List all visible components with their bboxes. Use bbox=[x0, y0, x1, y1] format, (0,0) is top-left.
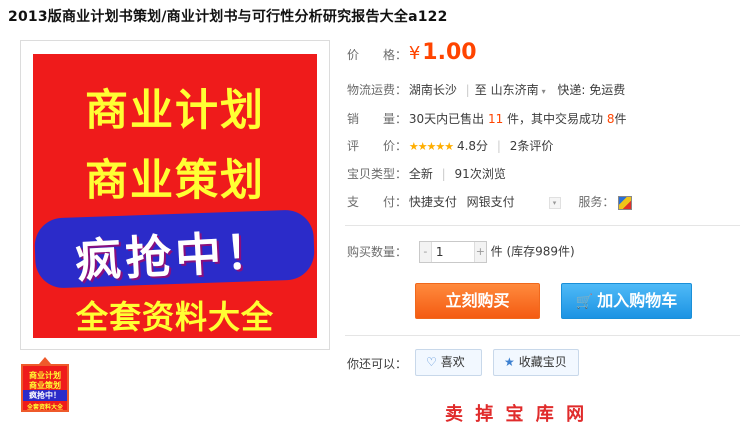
sales-row: 销 量： 30天内已售出 11 件，其中交易成功 8件 bbox=[347, 110, 627, 127]
shipping-label: 物流运费： bbox=[347, 83, 408, 97]
rating-label: 评 价： bbox=[347, 139, 408, 153]
rating-separator: | bbox=[496, 139, 501, 153]
item-type-separator: | bbox=[441, 167, 446, 181]
service-guarantee-icon[interactable] bbox=[618, 195, 633, 210]
sales-prefix: 30天内已售出 bbox=[408, 112, 485, 126]
quantity-input[interactable] bbox=[432, 242, 474, 262]
view-count: 91次浏览 bbox=[454, 167, 506, 181]
thumbnail-selected-arrow bbox=[39, 357, 51, 364]
shipping-fee: 快递: 免运费 bbox=[557, 83, 626, 97]
service-label: 服务： bbox=[578, 195, 615, 209]
favorite-label: 收藏宝贝 bbox=[518, 355, 567, 369]
section-divider bbox=[345, 225, 740, 226]
item-condition: 全新 bbox=[408, 167, 433, 181]
shipping-separator: | bbox=[465, 83, 470, 97]
sales-suffix: 件 bbox=[614, 112, 627, 126]
payment-expand-icon[interactable]: ▾ bbox=[548, 196, 561, 209]
quantity-label: 购买数量： bbox=[347, 244, 408, 259]
chevron-down-icon: ▾ bbox=[541, 87, 546, 96]
star-icon: ★ bbox=[504, 355, 515, 369]
thumbnail-line-3: 疯抢中！ bbox=[23, 390, 67, 401]
section-divider-2 bbox=[345, 335, 740, 336]
quantity-row: 购买数量： - + 件 (库存989件) bbox=[347, 241, 575, 263]
payment-row: 支 付： 快捷支付 网银支付 ▾ 服务： bbox=[347, 193, 633, 210]
review-count-link[interactable]: 2条评价 bbox=[510, 139, 554, 153]
extras-label: 你还可以： bbox=[347, 357, 408, 371]
stock-info: 件 (库存989件) bbox=[490, 244, 575, 259]
price-currency: ¥ bbox=[408, 43, 421, 64]
sales-label: 销 量： bbox=[347, 112, 408, 126]
item-type-row: 宝贝类型： 全新 | 91次浏览 bbox=[347, 165, 506, 182]
shipping-to-prefix: 至 bbox=[474, 83, 487, 97]
price-label: 价 格： bbox=[347, 48, 408, 62]
rating-stars-icon: ★★★★★ bbox=[408, 140, 454, 153]
product-thumbnail[interactable]: 商业计划 商业策划 疯抢中！ 全套资料大全 bbox=[21, 364, 69, 412]
quantity-stepper: - + bbox=[418, 241, 487, 263]
heart-icon: ♡ bbox=[426, 355, 437, 369]
rating-score: 4.8分 bbox=[456, 139, 489, 153]
rating-row: 评 价： ★★★★★ 4.8分 | 2条评价 bbox=[347, 137, 553, 154]
add-to-cart-label: 加入购物车 bbox=[597, 291, 678, 310]
item-type-label: 宝贝类型： bbox=[347, 167, 408, 181]
shipping-destination-select[interactable]: 山东济南 ▾ bbox=[491, 83, 546, 97]
poster-line-3: 疯抢中！ bbox=[73, 223, 277, 289]
shipping-row: 物流运费： 湖南长沙 | 至 山东济南 ▾ 快递: 免运费 bbox=[347, 81, 625, 98]
like-button[interactable]: ♡ 喜欢 bbox=[415, 349, 482, 376]
quantity-increase-button[interactable]: + bbox=[473, 242, 486, 262]
shipping-destination: 山东济南 bbox=[490, 83, 539, 97]
price-row: 价 格： ¥1.00 bbox=[347, 40, 477, 65]
sales-mid: 件，其中交易成功 bbox=[507, 112, 604, 126]
poster-line-2: 商业策划 bbox=[85, 156, 265, 206]
sales-success-count: 8 bbox=[606, 112, 615, 126]
product-title: 2013版商业计划书策划/商业计划书与可行性分析研究报告大全a122 bbox=[8, 9, 448, 25]
add-to-cart-button[interactable]: 🛒 加入购物车 bbox=[561, 283, 692, 319]
buy-now-button[interactable]: 立刻购买 bbox=[415, 283, 540, 319]
sales-sold-count: 11 bbox=[487, 112, 504, 126]
thumbnail-line-4: 全套资料大全 bbox=[26, 404, 63, 411]
quantity-decrease-button[interactable]: - bbox=[419, 242, 432, 262]
price-value: 1.00 bbox=[422, 40, 477, 65]
cart-icon: 🛒 bbox=[575, 294, 594, 310]
main-product-image-frame: 商业计划 商业策划 疯抢中！ 全套资料大全 bbox=[20, 40, 330, 350]
favorite-button[interactable]: ★ 收藏宝贝 bbox=[493, 349, 579, 376]
cut-off-banner-text: 卖 掉 宝 库 网 bbox=[445, 404, 588, 425]
shipping-from: 湖南长沙 bbox=[408, 83, 457, 97]
main-product-image[interactable]: 商业计划 商业策划 疯抢中！ 全套资料大全 bbox=[33, 54, 317, 338]
payment-method-quick: 快捷支付 bbox=[408, 195, 457, 209]
payment-method-bank: 网银支付 bbox=[466, 195, 515, 209]
payment-label: 支 付： bbox=[347, 195, 408, 209]
poster-line-1: 商业计划 bbox=[85, 86, 265, 136]
like-label: 喜欢 bbox=[440, 355, 465, 369]
poster-line-4: 全套资料大全 bbox=[75, 298, 274, 336]
